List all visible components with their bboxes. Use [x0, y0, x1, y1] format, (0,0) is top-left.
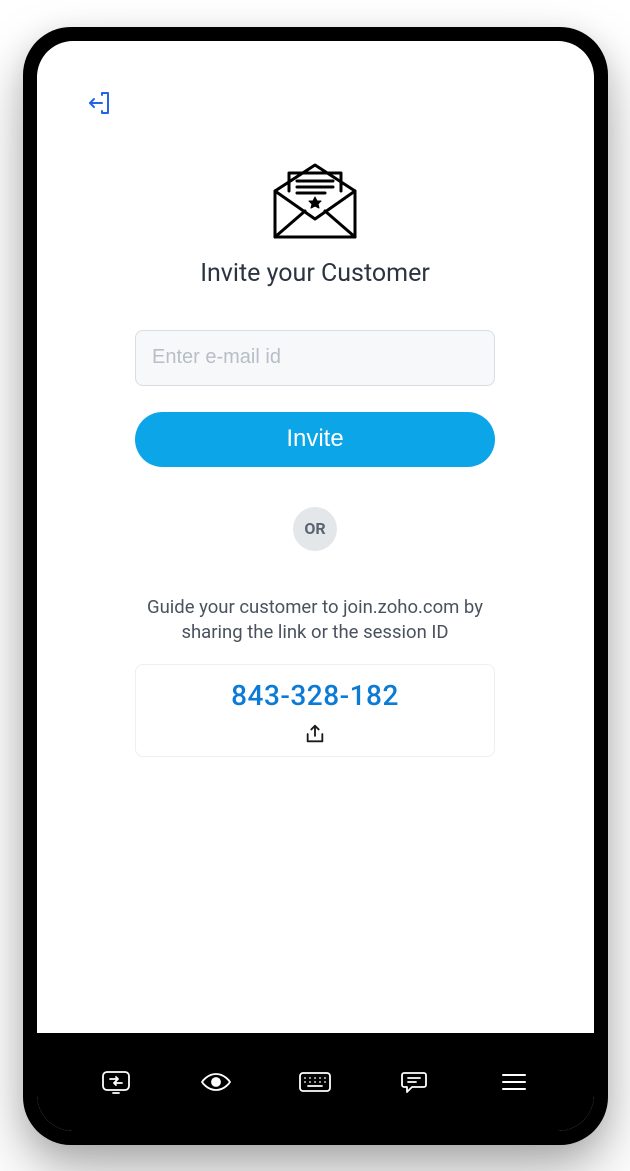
header-row — [85, 89, 594, 117]
or-divider: OR — [293, 507, 337, 551]
main-content: Invite your Customer Invite OR Guide you… — [37, 41, 594, 1033]
nav-switch-icon[interactable] — [94, 1060, 138, 1104]
guide-text: Guide your customer to join.zoho.com by … — [125, 595, 505, 647]
session-id[interactable]: 843-328-182 — [231, 679, 399, 712]
page-title: Invite your Customer — [200, 259, 430, 288]
envelope-icon — [267, 161, 363, 241]
share-icon[interactable] — [303, 722, 327, 746]
session-box: 843-328-182 — [135, 664, 495, 757]
screen: Invite your Customer Invite OR Guide you… — [37, 41, 594, 1131]
bottom-nav — [37, 1033, 594, 1131]
phone-frame: Invite your Customer Invite OR Guide you… — [23, 27, 608, 1145]
nav-keyboard-icon[interactable] — [293, 1060, 337, 1104]
invite-button[interactable]: Invite — [135, 412, 495, 467]
email-field[interactable] — [135, 330, 495, 386]
nav-chat-icon[interactable] — [392, 1060, 436, 1104]
nav-menu-icon[interactable] — [492, 1060, 536, 1104]
back-icon[interactable] — [85, 89, 113, 117]
nav-view-icon[interactable] — [194, 1060, 238, 1104]
